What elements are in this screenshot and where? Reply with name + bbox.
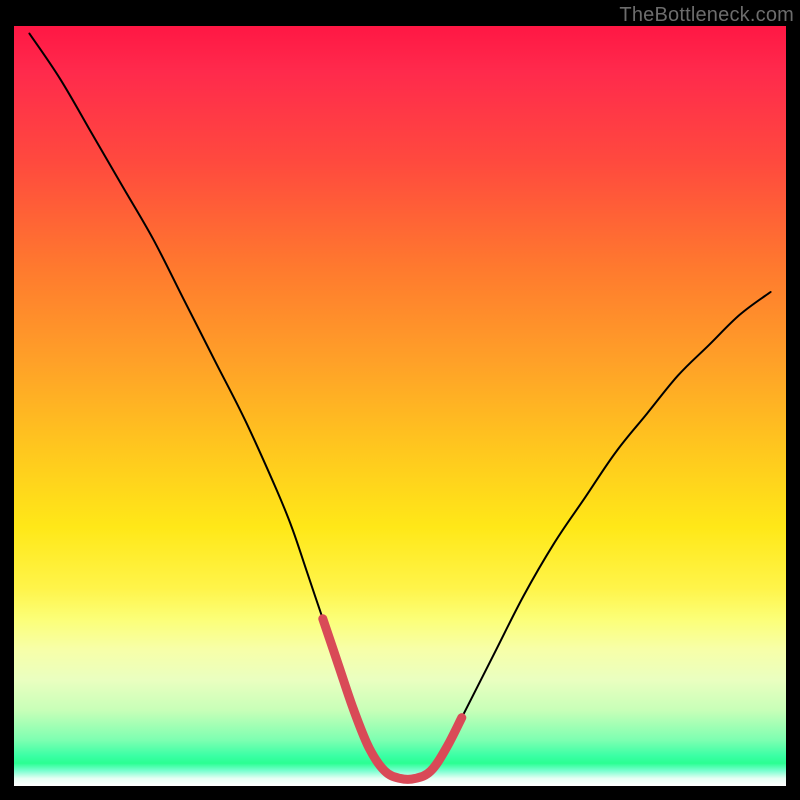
watermark-text: TheBottleneck.com <box>619 4 794 27</box>
chart-svg <box>14 26 786 786</box>
chart-plot-area <box>14 26 786 786</box>
bottleneck-curve-line <box>29 34 770 780</box>
highlight-valley-line <box>323 619 462 780</box>
